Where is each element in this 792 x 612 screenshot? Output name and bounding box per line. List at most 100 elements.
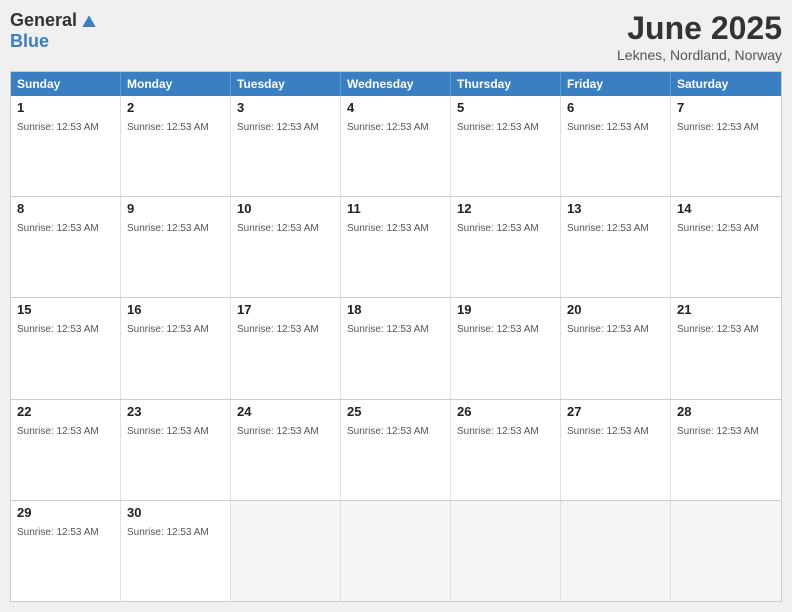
cell-date: 7 bbox=[677, 100, 775, 115]
cell-date: 2 bbox=[127, 100, 224, 115]
calendar-cell: 4 Sunrise: 12:53 AM bbox=[341, 96, 451, 196]
cell-sunrise: Sunrise: 12:53 AM bbox=[127, 324, 209, 335]
cell-sunrise: Sunrise: 12:53 AM bbox=[677, 324, 759, 335]
cell-sunrise: Sunrise: 12:53 AM bbox=[237, 223, 319, 234]
calendar-cell: 29 Sunrise: 12:53 AM bbox=[11, 501, 121, 601]
calendar-cell: 15Sunrise: 12:53 AM bbox=[11, 298, 121, 398]
calendar-cell bbox=[561, 501, 671, 601]
cell-date: 5 bbox=[457, 100, 554, 115]
calendar-cell bbox=[341, 501, 451, 601]
cell-date: 1 bbox=[17, 100, 114, 115]
header-sunday: Sunday bbox=[11, 72, 121, 96]
cell-date: 3 bbox=[237, 100, 334, 115]
header-wednesday: Wednesday bbox=[341, 72, 451, 96]
logo-icon bbox=[79, 12, 99, 32]
cell-date: 10 bbox=[237, 201, 334, 216]
calendar-body: 1 Sunrise: 12:53 AM 2 Sunrise: 12:53 AM 3 Sun… bbox=[11, 96, 781, 601]
cell-date: 20 bbox=[567, 302, 664, 317]
header-monday: Monday bbox=[121, 72, 231, 96]
cell-date: 27 bbox=[567, 404, 664, 419]
month-title: June 2025 bbox=[617, 10, 782, 47]
cell-sunrise: Sunrise: 12:53 AM bbox=[237, 122, 319, 133]
cell-date: 24 bbox=[237, 404, 334, 419]
calendar-cell: 25 Sunrise: 12:53 AM bbox=[341, 400, 451, 500]
logo-general: General bbox=[10, 11, 77, 31]
calendar-cell: 22Sunrise: 12:53 AM bbox=[11, 400, 121, 500]
calendar-cell: 27 Sunrise: 12:53 AM bbox=[561, 400, 671, 500]
calendar-cell: 9Sunrise: 12:53 AM bbox=[121, 197, 231, 297]
cell-date: 12 bbox=[457, 201, 554, 216]
cell-sunrise: Sunrise: 12:53 AM bbox=[127, 527, 209, 538]
calendar-cell: 8 Sunrise: 12:53 AM bbox=[11, 197, 121, 297]
cell-date: 29 bbox=[17, 505, 114, 520]
cell-sunrise: Sunrise: 12:53 AM bbox=[17, 122, 99, 133]
calendar-cell: 20 Sunrise: 12:53 AM bbox=[561, 298, 671, 398]
cell-date: 8 bbox=[17, 201, 114, 216]
cell-sunrise: Sunrise: 12:53 AM bbox=[17, 527, 99, 538]
calendar-cell: 17 Sunrise: 12:53 AM bbox=[231, 298, 341, 398]
cell-date: 6 bbox=[567, 100, 664, 115]
cell-date: 23 bbox=[127, 404, 224, 419]
cell-date: 26 bbox=[457, 404, 554, 419]
cell-sunrise: Sunrise: 12:53 AM bbox=[347, 324, 429, 335]
calendar-cell: 16 Sunrise: 12:53 AM bbox=[121, 298, 231, 398]
calendar-cell: 14Sunrise: 12:53 AM bbox=[671, 197, 781, 297]
cell-sunrise: Sunrise: 12:53 AM bbox=[237, 426, 319, 437]
cell-date: 13 bbox=[567, 201, 664, 216]
calendar-cell bbox=[671, 501, 781, 601]
cell-sunrise: Sunrise: 12:53 AM bbox=[567, 324, 649, 335]
cell-sunrise: Sunrise: 12:53 AM bbox=[567, 223, 649, 234]
cell-sunrise: Sunrise: 12:53 AM bbox=[17, 324, 99, 335]
cell-date: 4 bbox=[347, 100, 444, 115]
cell-sunrise: Sunrise: 12:53 AM bbox=[127, 223, 209, 234]
cell-date: 30 bbox=[127, 505, 224, 520]
cell-date: 25 bbox=[347, 404, 444, 419]
cell-sunrise: Sunrise: 12:53 AM bbox=[567, 426, 649, 437]
calendar-cell: 2 Sunrise: 12:53 AM bbox=[121, 96, 231, 196]
cell-sunrise: Sunrise: 12:53 AM bbox=[457, 122, 539, 133]
calendar-cell: 10 Sunrise: 12:53 AM bbox=[231, 197, 341, 297]
calendar-week-2: 8Sunrise: 12:53 AM9Sunrise: 12:53 AM10Su… bbox=[11, 197, 781, 298]
cell-sunrise: Sunrise: 12:53 AM bbox=[127, 426, 209, 437]
calendar-cell: 18 Sunrise: 12:53 AM bbox=[341, 298, 451, 398]
calendar-cell: 24 Sunrise: 12:53 AM bbox=[231, 400, 341, 500]
cell-date: 16 bbox=[127, 302, 224, 317]
calendar-week-3: 15Sunrise: 12:53 AM16Sunrise: 12:53 AM17… bbox=[11, 298, 781, 399]
header-tuesday: Tuesday bbox=[231, 72, 341, 96]
cell-sunrise: Sunrise: 12:53 AM bbox=[347, 122, 429, 133]
calendar-cell: 1 Sunrise: 12:53 AM bbox=[11, 96, 121, 196]
cell-date: 14 bbox=[677, 201, 775, 216]
title-area: June 2025 Leknes, Nordland, Norway bbox=[617, 10, 782, 63]
cell-date: 28 bbox=[677, 404, 775, 419]
header: General Blue June 2025 Leknes, Nordland,… bbox=[10, 10, 782, 63]
calendar-cell: 21Sunrise: 12:53 AM bbox=[671, 298, 781, 398]
calendar-week-1: 1 Sunrise: 12:53 AM 2 Sunrise: 12:53 AM 3 Sun… bbox=[11, 96, 781, 197]
calendar-cell: 5 Sunrise: 12:53 AM bbox=[451, 96, 561, 196]
header-saturday: Saturday bbox=[671, 72, 781, 96]
calendar-cell: 3 Sunrise: 12:53 AM bbox=[231, 96, 341, 196]
cell-date: 17 bbox=[237, 302, 334, 317]
page: General Blue June 2025 Leknes, Nordland,… bbox=[0, 0, 792, 612]
calendar-cell: 28Sunrise: 12:53 AM bbox=[671, 400, 781, 500]
cell-sunrise: Sunrise: 12:53 AM bbox=[567, 122, 649, 133]
calendar-cell: 12 Sunrise: 12:53 AM bbox=[451, 197, 561, 297]
cell-date: 19 bbox=[457, 302, 554, 317]
cell-sunrise: Sunrise: 12:53 AM bbox=[457, 426, 539, 437]
calendar-cell bbox=[231, 501, 341, 601]
header-thursday: Thursday bbox=[451, 72, 561, 96]
location: Leknes, Nordland, Norway bbox=[617, 47, 782, 63]
logo: General Blue bbox=[10, 10, 99, 52]
cell-sunrise: Sunrise: 12:53 AM bbox=[347, 426, 429, 437]
calendar-cell: 26 Sunrise: 12:53 AM bbox=[451, 400, 561, 500]
logo-blue: Blue bbox=[10, 32, 99, 52]
header-friday: Friday bbox=[561, 72, 671, 96]
cell-sunrise: Sunrise: 12:53 AM bbox=[127, 122, 209, 133]
cell-sunrise: Sunrise: 12:53 AM bbox=[457, 223, 539, 234]
cell-sunrise: Sunrise: 12:53 AM bbox=[237, 324, 319, 335]
cell-date: 18 bbox=[347, 302, 444, 317]
calendar-cell: 23 Sunrise: 12:53 AM bbox=[121, 400, 231, 500]
calendar: Sunday Monday Tuesday Wednesday Thursday… bbox=[10, 71, 782, 602]
cell-sunrise: Sunrise: 12:53 AM bbox=[17, 223, 99, 234]
calendar-cell: 30 Sunrise: 12:53 AM bbox=[121, 501, 231, 601]
cell-date: 22 bbox=[17, 404, 114, 419]
